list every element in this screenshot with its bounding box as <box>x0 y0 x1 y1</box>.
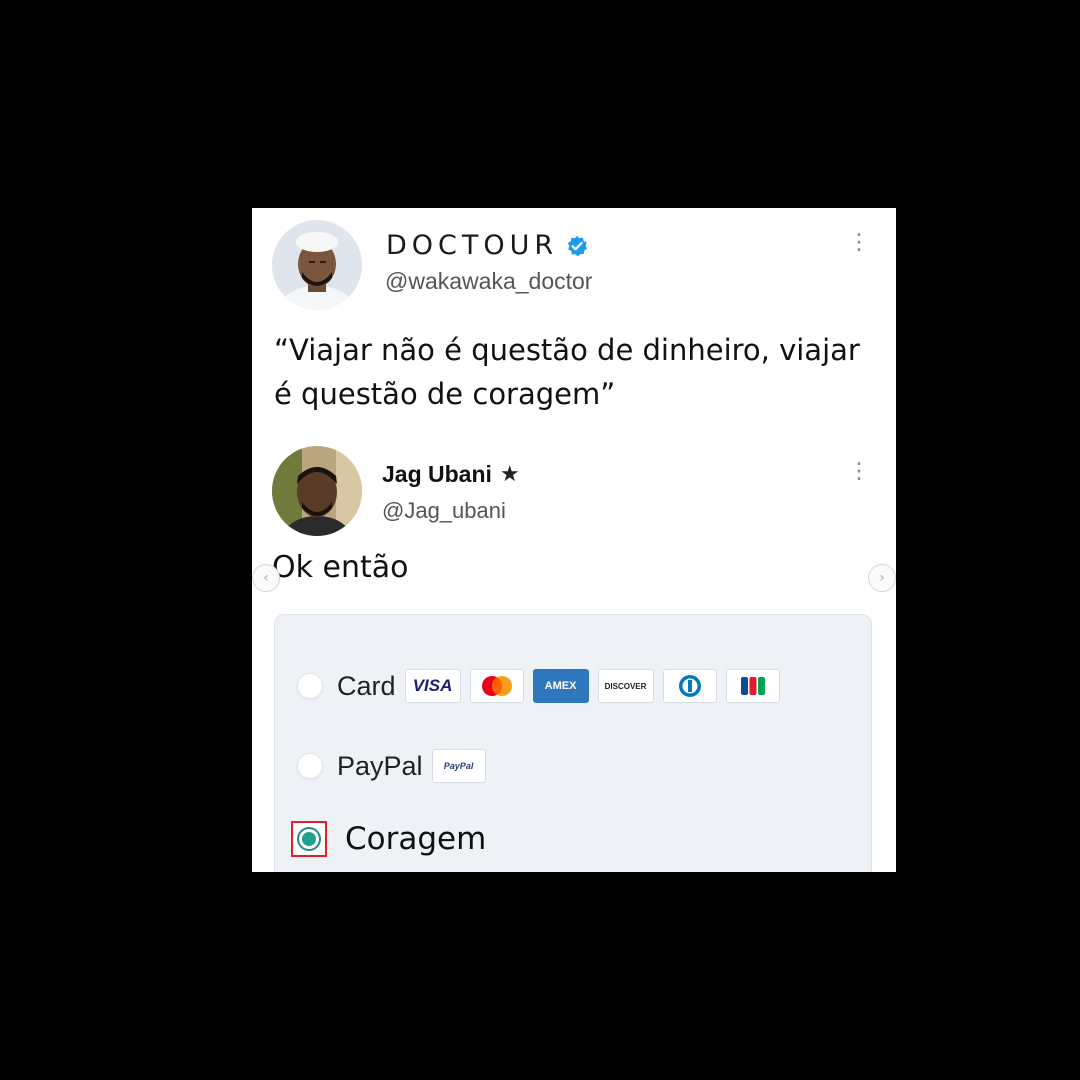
jcb-logo <box>725 669 780 703</box>
diners-club-logo <box>662 669 717 703</box>
coragem-radio[interactable] <box>297 827 321 851</box>
paypal-label: PayPal <box>337 750 423 781</box>
visa-logo: VISA <box>404 669 461 703</box>
payment-options-panel: Card VISA AMEX DISCOVER PayPal PayPal Co… <box>274 614 872 872</box>
doctour-handle[interactable]: @wakawaka_doctor <box>385 268 592 295</box>
discover-logo: DISCOVER <box>597 669 654 703</box>
coragem-selected-highlight <box>291 821 327 857</box>
payment-option-paypal[interactable]: PayPal PayPal <box>297 749 486 783</box>
mastercard-logo <box>469 669 524 703</box>
verified-badge-icon <box>566 235 588 257</box>
star-icon: ★ <box>499 462 520 487</box>
tweet-text: “Viajar não é questão de dinheiro, viaja… <box>274 333 860 411</box>
payment-option-card[interactable]: Card VISA AMEX DISCOVER <box>297 669 780 703</box>
paypal-radio[interactable] <box>297 753 323 779</box>
carousel-next-icon[interactable]: › <box>868 564 896 592</box>
paypal-logo: PayPal <box>431 749 486 783</box>
doctour-avatar[interactable] <box>272 220 362 310</box>
tweet-card: DOCTOUR @wakawaka_doctor ⋮ “Viajar não é… <box>252 208 896 872</box>
card-label: Card <box>337 670 396 701</box>
jag-ubani-handle[interactable]: @Jag_ubani <box>382 498 506 524</box>
doctour-name-row: DOCTOUR <box>386 230 588 261</box>
more-options-icon[interactable]: ⋮ <box>848 232 870 254</box>
carousel-prev-icon[interactable]: ‹ <box>252 564 280 592</box>
card-radio[interactable] <box>297 673 323 699</box>
reply-text: Ok então <box>272 550 409 585</box>
more-options-icon[interactable]: ⋮ <box>848 461 870 483</box>
amex-logo: AMEX <box>532 669 589 703</box>
payment-option-coragem[interactable]: Coragem <box>291 821 486 857</box>
jag-ubani-avatar[interactable] <box>272 446 362 536</box>
jag-ubani-name-row: Jag Ubani ★ <box>382 461 520 488</box>
coragem-label: Coragem <box>345 821 487 857</box>
doctour-display-name[interactable]: DOCTOUR <box>386 230 558 261</box>
jag-ubani-display-name[interactable]: Jag Ubani <box>382 461 492 488</box>
